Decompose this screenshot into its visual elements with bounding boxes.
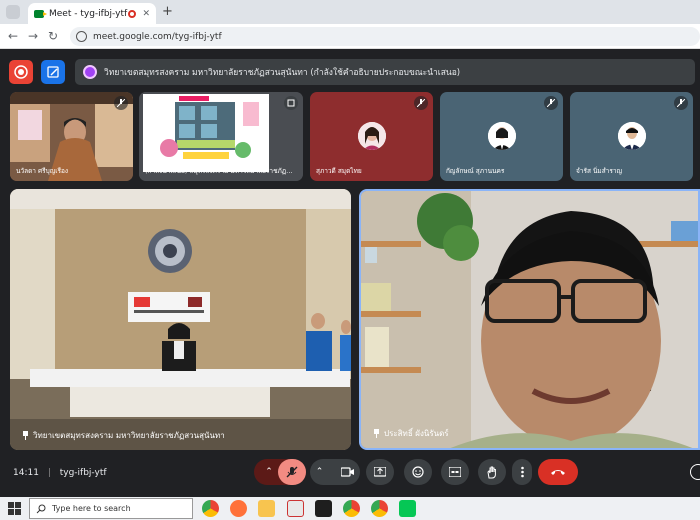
- record-button[interactable]: [9, 60, 33, 84]
- browser-tab-meet[interactable]: Meet - tyg-ifbj-ytf ✕: [28, 3, 156, 24]
- meeting-info: 14:11 | tyg-ifbj-ytf: [13, 468, 107, 478]
- main-video-tile-2-active-speaker[interactable]: ประสิทธิ์ ผังนิรันดร์: [359, 189, 700, 450]
- address-bar: ← → ↻ meet.google.com/tyg-ifbj-ytf: [0, 24, 700, 49]
- tab-title: Meet - tyg-ifbj-ytf: [49, 8, 128, 19]
- camera-icon[interactable]: [341, 467, 355, 477]
- chrome-window-taskbar-icon[interactable]: [371, 500, 388, 517]
- pin-icon: [23, 431, 28, 440]
- firefox-taskbar-icon[interactable]: [230, 500, 247, 517]
- participant-muted-icon: [544, 96, 558, 110]
- raise-hand-icon: [487, 466, 496, 478]
- raise-hand-button[interactable]: [478, 459, 506, 485]
- tab-list-button[interactable]: [6, 5, 20, 19]
- mic-off-icon: [286, 466, 298, 478]
- end-call-icon: [551, 470, 565, 475]
- meeting-controls-bar: 14:11 | tyg-ifbj-ytf ⌃ ⌃: [0, 456, 700, 492]
- speaker-video: [361, 191, 698, 448]
- file-explorer-taskbar-icon[interactable]: [258, 500, 275, 517]
- presenter-avatar: [83, 65, 97, 79]
- url-field[interactable]: meet.google.com/tyg-ifbj-ytf: [70, 27, 700, 46]
- main-tile-name-text: วิทยาเขตสมุทรสงคราม มหาวิทยาลัยราชภัฏสวน…: [33, 431, 225, 440]
- end-call-button[interactable]: [538, 459, 578, 485]
- mic-toggle-button[interactable]: [278, 459, 306, 485]
- captions-icon: [449, 467, 461, 477]
- reload-icon[interactable]: ↻: [48, 29, 58, 43]
- meeting-details-icon[interactable]: [690, 464, 700, 480]
- annotate-icon: [47, 66, 59, 78]
- conference-room-video: [10, 189, 351, 450]
- taskbar-search-placeholder: Type here to search: [52, 504, 131, 513]
- more-icon: [520, 466, 524, 478]
- participant-tile-3[interactable]: สุภาวดี สมุดไทย: [310, 92, 433, 181]
- participant-name: นวัลดา ศรีบุญเรือง: [16, 167, 69, 175]
- participant-muted-icon: [674, 96, 688, 110]
- windows-start-icon[interactable]: [8, 502, 22, 516]
- meeting-title: วิทยาเขตสมุทรสงคราม มหาวิทยาลัยราชภัฏสวน…: [104, 68, 461, 78]
- participant-avatar: [488, 122, 516, 150]
- recording-indicator-icon: [128, 9, 137, 18]
- meeting-top-bar: วิทยาเขตสมุทรสงคราม มหาวิทยาลัยราชภัฏสวน…: [0, 58, 700, 86]
- forward-icon[interactable]: →: [28, 29, 38, 43]
- meeting-info-divider: |: [47, 468, 51, 478]
- participant-tile-1[interactable]: นวัลดา ศรีบุญเรือง: [10, 92, 133, 181]
- participant-name: สุภาวดี สมุดไทย: [316, 167, 362, 175]
- taskbar-search-box[interactable]: Type here to search: [29, 498, 193, 519]
- more-options-button[interactable]: [512, 459, 532, 485]
- participant-muted-icon: [114, 96, 128, 110]
- audio-options-chevron-icon[interactable]: ⌃: [265, 467, 273, 477]
- main-tile-name: วิทยาเขตสมุทรสงคราม มหาวิทยาลัยราชภัฏสวน…: [22, 429, 225, 442]
- participant-name: กัญลักษณ์ สุภานนคร: [446, 167, 505, 175]
- tab-close-icon[interactable]: ✕: [142, 9, 150, 19]
- meeting-code: tyg-ifbj-ytf: [59, 468, 107, 478]
- site-info-icon[interactable]: [76, 31, 87, 42]
- presenter-name: (กำลังนำเสนอ) สมุทรสงคราม มหาวิทยาลัยราช…: [145, 167, 295, 175]
- participant-tile-4[interactable]: กัญลักษณ์ สุภานนคร: [440, 92, 563, 181]
- pin-icon: [374, 429, 379, 438]
- back-icon[interactable]: ←: [8, 29, 18, 43]
- record-icon: [14, 65, 28, 79]
- participant-tile-5[interactable]: จำรัส นิ่มสำราญ: [570, 92, 693, 181]
- terminal-taskbar-icon[interactable]: [315, 500, 332, 517]
- search-icon: [36, 504, 46, 513]
- emoji-icon: [412, 466, 424, 478]
- url-text: meet.google.com/tyg-ifbj-ytf: [93, 31, 222, 42]
- browser-tab-strip: Meet - tyg-ifbj-ytf ✕ +: [0, 0, 700, 24]
- main-tile-name-text: ประสิทธิ์ ผังนิรันดร์: [384, 429, 449, 438]
- present-icon: [374, 466, 386, 477]
- new-tab-button[interactable]: +: [162, 4, 173, 19]
- annotate-button[interactable]: [41, 60, 65, 84]
- emoji-button[interactable]: [404, 459, 432, 485]
- windows-taskbar: Type here to search: [0, 497, 700, 520]
- main-tile-name: ประสิทธิ์ ผังนิรันดร์: [373, 427, 449, 440]
- captions-button[interactable]: [441, 459, 469, 485]
- chrome-profile-taskbar-icon[interactable]: [343, 500, 360, 517]
- line-taskbar-icon[interactable]: [399, 500, 416, 517]
- main-video-tile-1[interactable]: วิทยาเขตสมุทรสงคราม มหาวิทยาลัยราชภัฏสวน…: [10, 189, 351, 450]
- participant-avatar: [358, 122, 386, 150]
- chrome-taskbar-icon[interactable]: [202, 500, 219, 517]
- participant-name: จำรัส นิ่มสำราญ: [576, 167, 623, 175]
- app-taskbar-icon[interactable]: [287, 500, 304, 517]
- participant-tile-2[interactable]: (กำลังนำเสนอ) สมุทรสงคราม มหาวิทยาลัยราช…: [139, 92, 303, 181]
- presentation-tile-options-icon[interactable]: [284, 96, 298, 110]
- participant-avatar: [618, 122, 646, 150]
- presentation-title-bar: วิทยาเขตสมุทรสงคราม มหาวิทยาลัยราชภัฏสวน…: [75, 59, 695, 85]
- present-button[interactable]: [366, 459, 394, 485]
- participant-muted-icon: [414, 96, 428, 110]
- video-options-chevron-icon[interactable]: ⌃: [316, 467, 324, 477]
- meet-favicon-icon: [34, 9, 47, 18]
- meeting-time: 14:11: [13, 468, 39, 478]
- camera-toggle-group: ⌃: [310, 459, 360, 485]
